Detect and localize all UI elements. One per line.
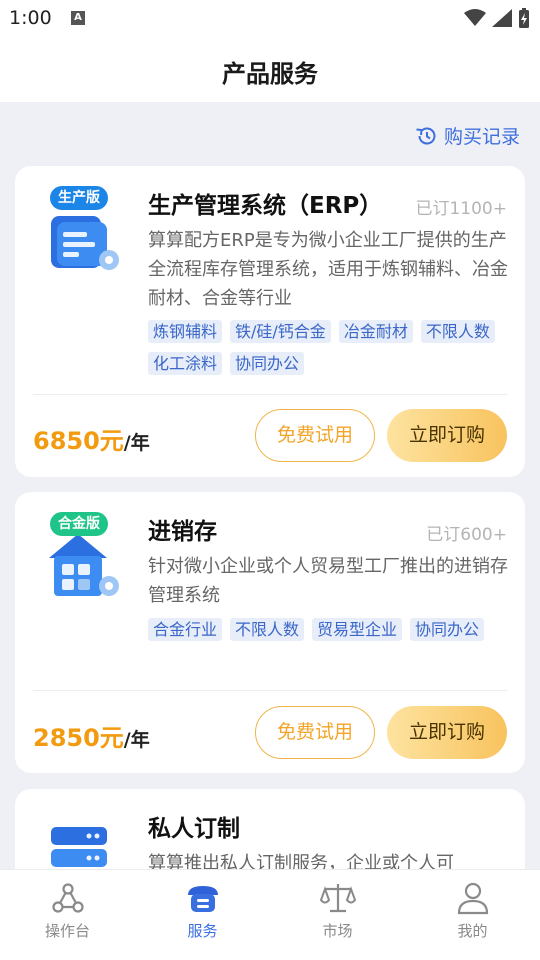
tag: 协同办公 [230, 352, 305, 375]
tab-workbench[interactable]: 操作台 [0, 870, 135, 960]
product-card-inventory[interactable]: 合金版 进销存 已订600+ 针对微小企业或个人贸易型工厂推出的进销存管理系统 … [15, 492, 525, 773]
tab-market[interactable]: 市场 [270, 870, 405, 960]
server-stack-icon [51, 827, 107, 867]
order-now-button[interactable]: 立即订购 [387, 409, 507, 462]
product-title: 私人订制 [148, 816, 240, 842]
divider [33, 394, 507, 395]
tab-label: 服务 [187, 922, 218, 940]
page-header: 产品服务 [0, 36, 540, 102]
notification-icon: A [71, 11, 85, 25]
product-description: 算算推出私人订制服务，企业或个人可 [148, 853, 454, 869]
tab-label: 操作台 [44, 922, 90, 940]
status-time: 1:00 [9, 7, 52, 29]
divider [33, 690, 507, 691]
tab-label: 我的 [457, 922, 488, 940]
signal-icon [492, 9, 512, 27]
tag: 合金行业 [148, 618, 223, 641]
service-icon [187, 886, 218, 912]
product-card-custom[interactable]: 私人订制 算算推出私人订制服务，企业或个人可 [15, 789, 525, 869]
bottom-tab-bar: 操作台 服务 市场 我的 [0, 869, 540, 960]
free-trial-button[interactable]: 免费试用 [255, 409, 375, 462]
ordered-count: 已订1100+ [415, 199, 507, 219]
tag: 不限人数 [420, 320, 495, 343]
tag: 化工涂料 [148, 352, 223, 375]
tag: 贸易型企业 [312, 618, 403, 641]
tag: 冶金耐材 [338, 320, 413, 343]
tag: 铁/硅/钙合金 [230, 320, 331, 343]
price: 6850元 /年 [33, 421, 150, 456]
status-icons [464, 8, 530, 28]
price-unit: /年 [123, 432, 150, 454]
tab-service[interactable]: 服务 [135, 870, 270, 960]
price-value: 2850元 [33, 724, 124, 752]
price-unit: /年 [123, 729, 150, 751]
free-trial-button[interactable]: 免费试用 [255, 706, 375, 759]
tag: 炼钢辅料 [148, 320, 223, 343]
product-card-erp[interactable]: 生产版 生产管理系统（ERP） 已订1100+ 算算配方ERP是专为微小企业工厂… [15, 166, 525, 477]
battery-icon [519, 8, 529, 28]
profile-icon [457, 882, 488, 915]
tag: 不限人数 [230, 618, 305, 641]
purchase-record-label: 购买记录 [443, 126, 520, 148]
status-bar: 1:00 A [0, 0, 540, 36]
wifi-icon [464, 9, 486, 26]
page-title: 产品服务 [222, 60, 318, 88]
product-list[interactable]: 购买记录 生产版 生产管理系统（ERP） 已订1100+ 算算配方ERP是专为微… [0, 102, 540, 869]
order-now-button[interactable]: 立即订购 [387, 706, 507, 759]
purchase-record-link[interactable]: 购买记录 [416, 122, 520, 149]
tab-label: 市场 [322, 922, 353, 940]
product-title: 生产管理系统（ERP） [148, 193, 383, 219]
product-title: 进销存 [148, 519, 217, 545]
product-description: 针对微小企业或个人贸易型工厂推出的进销存管理系统 [148, 556, 508, 606]
history-icon [416, 127, 436, 144]
tag: 协同办公 [410, 618, 485, 641]
price-value: 6850元 [33, 427, 124, 455]
product-description: 算算配方ERP是专为微小企业工厂提供的生产全流程库存管理系统，适用于炼钢辅料、冶… [148, 230, 508, 309]
market-scale-icon [319, 884, 356, 913]
tag-list: 合金行业 不限人数 贸易型企业 协同办公 [148, 618, 513, 641]
tag-list: 炼钢辅料 铁/硅/钙合金 冶金耐材 不限人数 化工涂料 协同办公 [148, 320, 513, 375]
workbench-icon [51, 883, 84, 913]
ordered-count: 已订600+ [426, 525, 507, 545]
price: 2850元 /年 [33, 718, 150, 753]
edition-badge: 合金版 [50, 512, 108, 536]
tab-profile[interactable]: 我的 [405, 870, 540, 960]
edition-badge: 生产版 [50, 186, 108, 210]
